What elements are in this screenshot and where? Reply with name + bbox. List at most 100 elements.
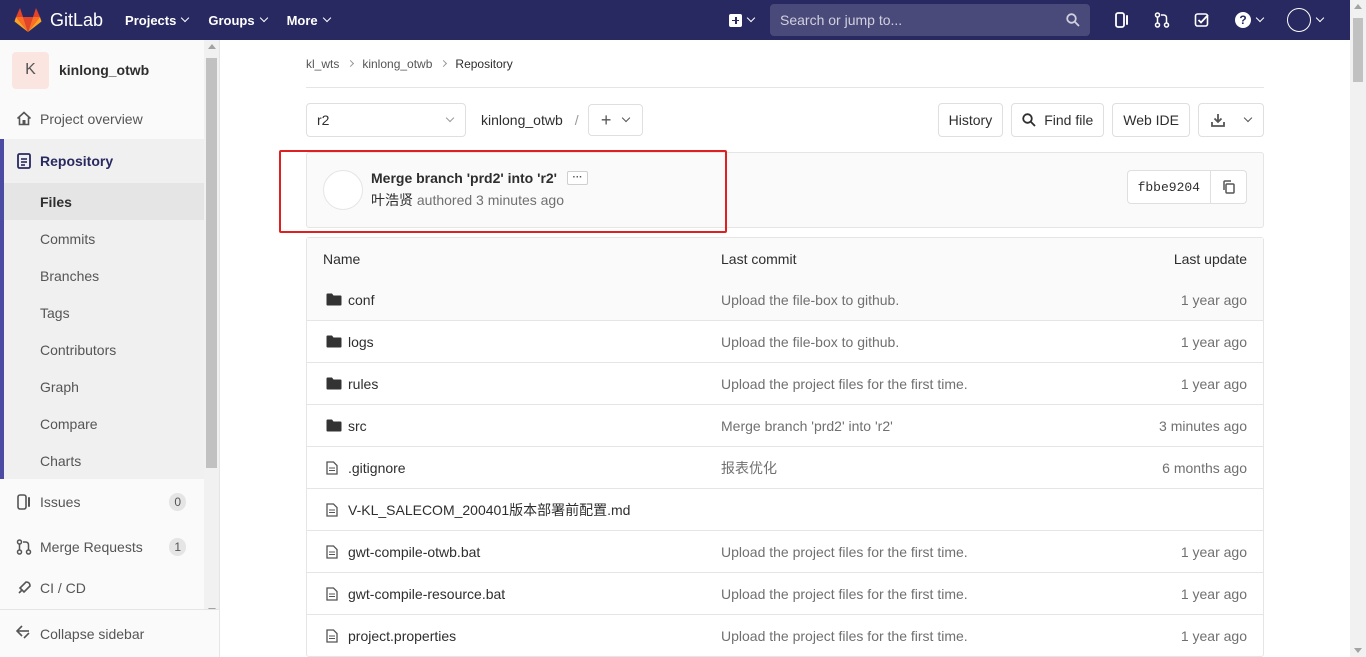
sidebar-subitem-compare[interactable]: Compare bbox=[4, 405, 204, 442]
file-name-cell[interactable]: conf bbox=[307, 292, 721, 308]
chevron-down-icon bbox=[181, 13, 190, 23]
copy-sha-button[interactable] bbox=[1211, 170, 1247, 204]
download-dropdown[interactable] bbox=[1198, 103, 1264, 137]
sidebar-item-cicd[interactable]: CI / CD bbox=[0, 573, 204, 603]
sidebar-item-repository[interactable]: Repository bbox=[4, 139, 208, 183]
sidebar-subitem-tags[interactable]: Tags bbox=[4, 294, 204, 331]
help-icon: ? bbox=[1235, 12, 1251, 28]
file-name-cell[interactable]: src bbox=[307, 418, 721, 434]
header-last-commit: Last commit bbox=[721, 250, 797, 267]
table-row[interactable]: gwt-compile-otwb.bat Upload the project f… bbox=[307, 530, 1263, 572]
file-name[interactable]: V-KL_SALECOM_200401版本部署前配置.md bbox=[348, 500, 630, 520]
last-commit-message[interactable]: Upload the project files for the first t… bbox=[721, 544, 1141, 560]
file-name[interactable]: src bbox=[348, 418, 367, 434]
last-commit-message[interactable]: 报表优化 bbox=[721, 458, 1141, 478]
find-file-button[interactable]: Find file bbox=[1011, 103, 1105, 137]
scrollbar-thumb[interactable] bbox=[1353, 18, 1363, 82]
commit-title[interactable]: Merge branch 'prd2' into 'r2' bbox=[371, 170, 557, 186]
sidebar-item-issues[interactable]: Issues 0 bbox=[0, 479, 204, 525]
todos-nav-button[interactable] bbox=[1192, 10, 1212, 30]
table-row[interactable]: project.properties Upload the project fil… bbox=[307, 614, 1263, 656]
last-commit-message[interactable]: Merge branch 'prd2' into 'r2' bbox=[721, 418, 1141, 434]
last-commit-message[interactable]: Upload the file-box to github. bbox=[721, 292, 1141, 308]
file-name[interactable]: conf bbox=[348, 292, 374, 308]
sidebar-subitem-contributors[interactable]: Contributors bbox=[4, 331, 204, 368]
file-name-cell[interactable]: gwt-compile-resource.bat bbox=[307, 586, 721, 602]
sidebar-project-header[interactable]: K kinlong_otwb bbox=[0, 40, 219, 100]
file-name-cell[interactable]: gwt-compile-otwb.bat bbox=[307, 544, 721, 560]
chevron-down-icon bbox=[322, 13, 331, 23]
add-file-dropdown[interactable]: + bbox=[587, 104, 643, 136]
last-update-time: 1 year ago bbox=[1180, 375, 1247, 392]
sidebar-subitem-branches[interactable]: Branches bbox=[4, 257, 204, 294]
web-ide-button[interactable]: Web IDE bbox=[1112, 103, 1190, 137]
last-commit-message[interactable]: Upload the project files for the first t… bbox=[721, 628, 1141, 644]
table-row[interactable]: src Merge branch 'prd2' into 'r2' 3 minute… bbox=[307, 404, 1263, 446]
nav-projects[interactable]: Projects bbox=[125, 13, 190, 28]
table-row[interactable]: .gitignore 报表优化 6 months ago bbox=[307, 446, 1263, 488]
last-update-time: 6 months ago bbox=[1162, 459, 1247, 476]
user-avatar bbox=[1287, 8, 1311, 32]
sidebar-scrollbar[interactable] bbox=[204, 40, 219, 617]
project-avatar: K bbox=[12, 51, 49, 89]
commit-expand-button[interactable]: ··· bbox=[567, 171, 589, 185]
table-row[interactable]: conf Upload the file-box to github. 1 year… bbox=[307, 279, 1263, 320]
breadcrumb-current[interactable]: Repository bbox=[455, 57, 512, 71]
scroll-up-arrow-icon[interactable] bbox=[1354, 4, 1362, 9]
table-row[interactable]: rules Upload the project files for the fi… bbox=[307, 362, 1263, 404]
commit-author[interactable]: 叶浩贤 bbox=[371, 192, 413, 208]
nav-more-label: More bbox=[286, 12, 318, 28]
nav-groups[interactable]: Groups bbox=[208, 13, 268, 28]
last-commit-message[interactable]: Upload the project files for the first t… bbox=[721, 376, 1141, 392]
branch-dropdown[interactable]: r2 bbox=[306, 103, 466, 137]
file-name-cell[interactable]: V-KL_SALECOM_200401版本部署前配置.md bbox=[307, 500, 721, 520]
table-row[interactable]: logs Upload the file-box to github. 1 year… bbox=[307, 320, 1263, 362]
sidebar-subitem-graph[interactable]: Graph bbox=[4, 368, 204, 405]
file-name[interactable]: rules bbox=[348, 376, 378, 392]
help-dropdown-button[interactable]: ? bbox=[1232, 10, 1266, 30]
file-name[interactable]: gwt-compile-resource.bat bbox=[348, 586, 505, 602]
user-menu-button[interactable] bbox=[1286, 8, 1325, 32]
download-icon bbox=[1211, 113, 1225, 127]
file-tree-table: Name Last commit Last update conf Upload … bbox=[306, 237, 1264, 657]
sidebar-subitem-files[interactable]: Files bbox=[4, 183, 204, 220]
last-update-time: 1 year ago bbox=[1180, 585, 1247, 602]
file-name-cell[interactable]: logs bbox=[307, 334, 721, 350]
last-commit-message[interactable]: Upload the file-box to github. bbox=[721, 334, 1141, 350]
branch-name: r2 bbox=[317, 112, 330, 128]
issues-nav-button[interactable] bbox=[1112, 10, 1132, 30]
scroll-down-arrow-icon[interactable] bbox=[1354, 648, 1362, 653]
file-name[interactable]: gwt-compile-otwb.bat bbox=[348, 544, 480, 560]
file-name[interactable]: .gitignore bbox=[348, 460, 406, 476]
table-row[interactable]: gwt-compile-resource.bat Upload the proje… bbox=[307, 572, 1263, 614]
breadcrumb-project[interactable]: kinlong_otwb bbox=[362, 57, 432, 71]
last-commit-message[interactable]: Upload the project files for the first t… bbox=[721, 586, 1141, 602]
merge-requests-nav-button[interactable] bbox=[1152, 10, 1172, 30]
file-name-cell[interactable]: rules bbox=[307, 376, 721, 392]
file-name-cell[interactable]: .gitignore bbox=[307, 460, 721, 476]
sidebar-subitem-commits[interactable]: Commits bbox=[4, 220, 204, 257]
commit-sha[interactable]: fbbe9204 bbox=[1126, 170, 1211, 204]
history-button[interactable]: History bbox=[937, 103, 1004, 137]
chevron-right-icon bbox=[440, 59, 448, 68]
search-input[interactable] bbox=[780, 12, 1050, 28]
sidebar-subitem-charts[interactable]: Charts bbox=[4, 442, 204, 479]
breadcrumb-group[interactable]: kl_wts bbox=[306, 57, 339, 71]
commit-author-avatar[interactable] bbox=[323, 170, 363, 210]
collapse-sidebar-button[interactable]: Collapse sidebar bbox=[0, 609, 219, 657]
sidebar-item-project-overview[interactable]: Project overview bbox=[0, 100, 204, 137]
sidebar-scrollbar-thumb[interactable] bbox=[206, 58, 217, 468]
chevron-down-icon bbox=[1315, 13, 1325, 23]
chevron-down-icon bbox=[1243, 113, 1253, 123]
table-row[interactable]: V-KL_SALECOM_200401版本部署前配置.md bbox=[307, 488, 1263, 530]
file-name-cell[interactable]: project.properties bbox=[307, 628, 721, 644]
sidebar-item-merge-requests[interactable]: Merge Requests 1 bbox=[0, 525, 204, 569]
page-scrollbar[interactable] bbox=[1350, 0, 1366, 657]
gitlab-logo[interactable]: GitLab bbox=[14, 0, 103, 40]
new-dropdown-button[interactable] bbox=[729, 13, 756, 27]
file-name[interactable]: project.properties bbox=[348, 628, 456, 644]
nav-more[interactable]: More bbox=[286, 12, 331, 28]
scroll-up-arrow-icon[interactable] bbox=[208, 44, 216, 49]
repo-path-root[interactable]: kinlong_otwb bbox=[481, 112, 563, 128]
file-name[interactable]: logs bbox=[348, 334, 374, 350]
